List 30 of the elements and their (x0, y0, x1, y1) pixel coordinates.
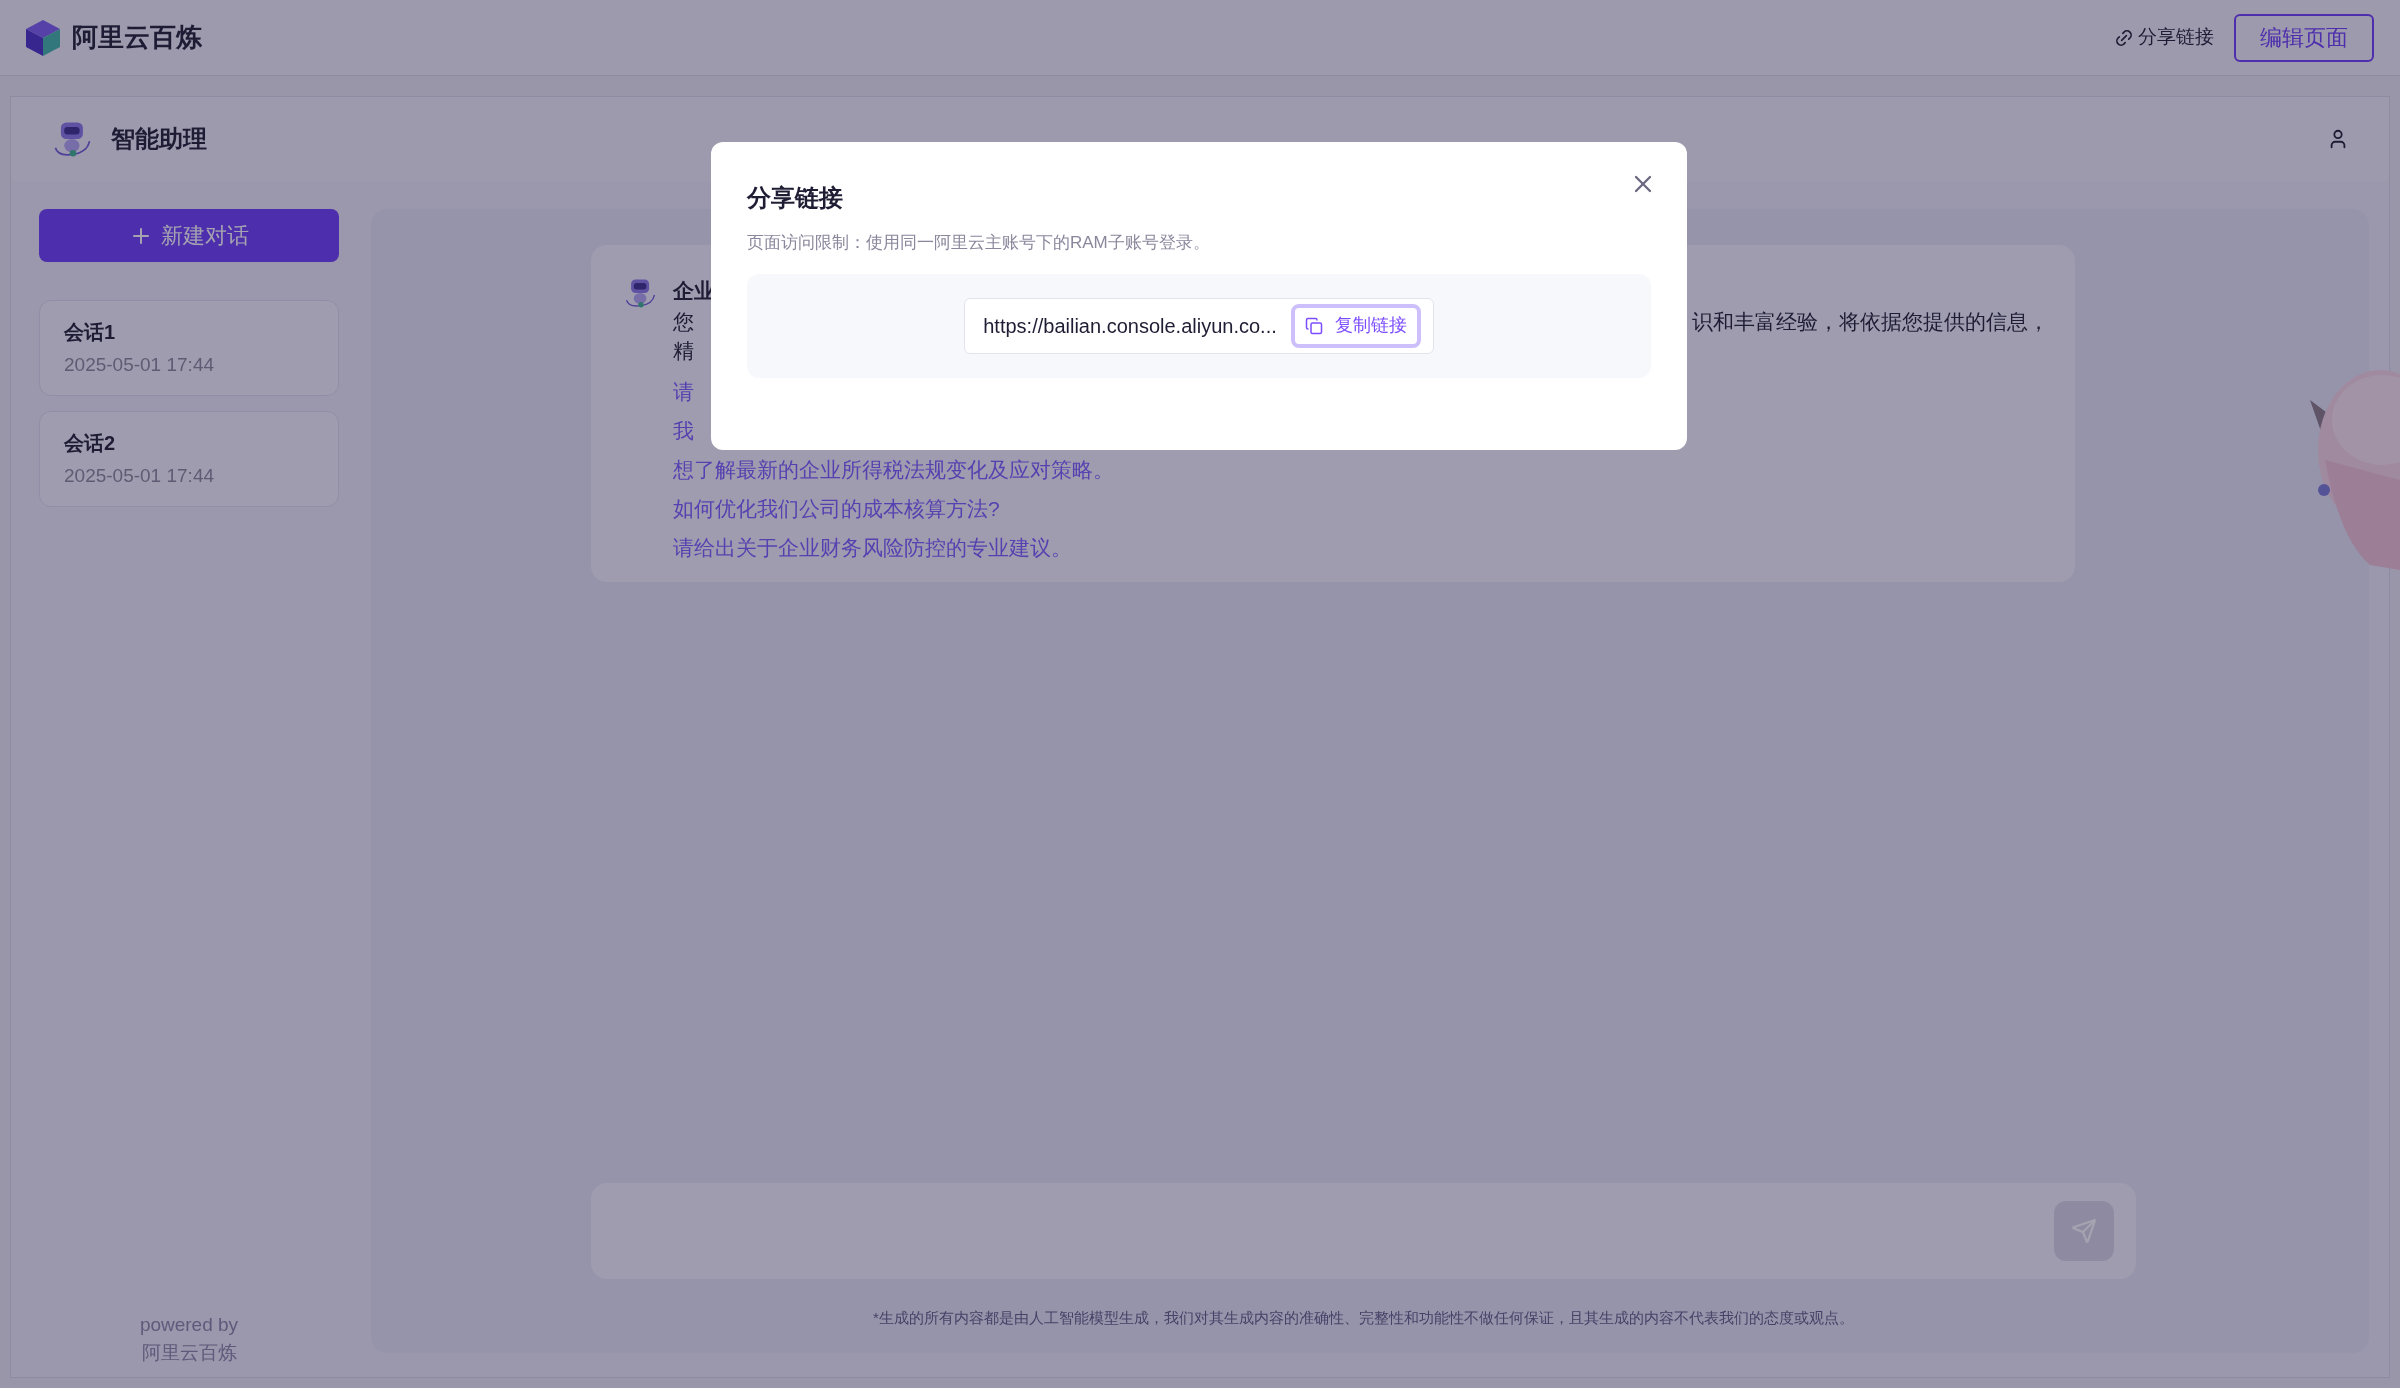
app-title: 智能助理 (111, 124, 207, 154)
suggestion-link[interactable]: 请 (673, 377, 694, 406)
url-field[interactable]: https://bailian.console.aliyun.co... 复制链接 (964, 297, 1434, 354)
suggestion-link[interactable]: 想了解最新的企业所得税法规变化及应对策略。 (673, 455, 1114, 484)
session-name: 会话2 (64, 430, 117, 456)
send-icon (2071, 1217, 2097, 1244)
session-item[interactable]: 会话2 2025-05-01 17:44 (39, 411, 339, 507)
copy-link-button[interactable]: 复制链接 (1290, 303, 1421, 348)
powered-by-label: powered by (139, 1313, 239, 1337)
disclaimer-text: *生成的所有内容都是由人工智能模型生成，我们对其生成内容的准确性、完整性和功能性不做任何保证，且其生成的内容不代表我们的态度或观点。 (872, 1307, 1855, 1328)
session-time: 2025-05-01 17:44 (64, 463, 215, 488)
message-text: 您 (673, 309, 694, 335)
brand-name: 阿里云百炼 (72, 21, 202, 54)
share-link[interactable]: 分享链接 (2114, 23, 2214, 52)
message-text: 精 (673, 338, 694, 364)
dialog-title: 分享链接 (747, 183, 843, 213)
logo-icon (26, 19, 60, 56)
session-name: 会话1 (64, 319, 117, 345)
edit-page-button[interactable]: 编辑页面 (2234, 13, 2374, 62)
powered-by-brand: 阿里云百炼 (141, 1341, 237, 1365)
copy-icon (1304, 316, 1323, 335)
message-input[interactable] (591, 1182, 2136, 1279)
dialog-note: 页面访问限制：使用同一阿里云主账号下的RAM子账号登录。 (747, 232, 1210, 254)
new-chat-button[interactable]: 新建对话 (39, 209, 339, 262)
message-text: 识和丰富经验，将依据您提供的信息， (1692, 309, 2049, 335)
suggestion-link[interactable]: 请给出关于企业财务风险防控的专业建议。 (673, 533, 1072, 562)
session-time: 2025-05-01 17:44 (64, 352, 215, 377)
suggestion-link[interactable]: 我 (673, 416, 694, 445)
suggestion-link[interactable]: 如何优化我们公司的成本核算方法? (673, 494, 1000, 523)
session-item[interactable]: 会话1 2025-05-01 17:44 (39, 300, 339, 396)
